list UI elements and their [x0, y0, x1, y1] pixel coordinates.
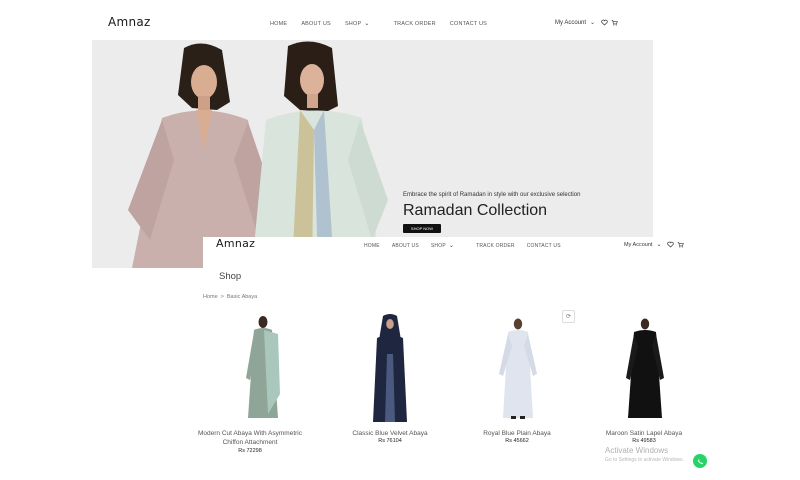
hero-banner[interactable] [92, 40, 653, 268]
heart-icon[interactable] [667, 241, 675, 248]
hero-title: Ramadan Collection [403, 202, 548, 219]
whatsapp-icon[interactable] [693, 454, 707, 468]
product-image[interactable] [493, 316, 543, 422]
my-account-link[interactable]: My Account [555, 20, 586, 26]
main-nav: HOME ABOUT US SHOP ⌄ TRACK ORDER CONTACT … [270, 20, 501, 28]
overlay-nav-track-order[interactable]: TRACK ORDER [476, 243, 515, 249]
site-logo[interactable]: Amnaz [108, 15, 151, 29]
chevron-down-icon[interactable]: ⌄ [590, 19, 595, 26]
chevron-down-icon: ⌄ [364, 21, 370, 27]
account-area: My Account ⌄ [555, 19, 618, 26]
breadcrumb: Home > Basic Abaya [203, 294, 257, 300]
shop-now-button[interactable]: SHOP NOW [403, 224, 441, 233]
product-price: Rs 76104 [378, 438, 402, 444]
breadcrumb-separator: > [220, 294, 224, 300]
overlay-nav-home[interactable]: HOME [364, 243, 380, 249]
overlay-account-area: My Account ⌄ [624, 241, 685, 248]
nav-contact[interactable]: CONTACT US [450, 21, 487, 27]
overlay-nav-shop[interactable]: SHOP ⌄ [430, 242, 468, 250]
product-name-line: Chiffon Attachment [222, 439, 278, 446]
product-price: Rs 45662 [505, 438, 529, 444]
hero-model-green-abaya [252, 41, 388, 268]
overlay-nav-shop-label: SHOP [430, 242, 446, 249]
chevron-down-icon[interactable]: ⌄ [656, 241, 661, 248]
overlay-my-account-link[interactable]: My Account [624, 242, 652, 248]
nav-shop[interactable]: SHOP ⌄ [344, 20, 384, 28]
nav-shop-label: SHOP [344, 20, 362, 27]
cart-icon[interactable] [677, 241, 685, 248]
phone-icon [697, 458, 703, 464]
hero-subtitle: Embrace the spirit of Ramadan in style w… [403, 192, 581, 198]
product-price: Rs 72298 [238, 448, 262, 454]
cart-icon[interactable] [611, 19, 618, 26]
overlay-nav-contact[interactable]: CONTACT US [527, 243, 561, 249]
nav-home[interactable]: HOME [270, 21, 287, 27]
product-price: Rs 49583 [632, 438, 656, 444]
chevron-down-icon: ⌄ [448, 243, 455, 249]
nav-about[interactable]: ABOUT US [301, 21, 331, 27]
product-name-line: Modern Cut Abaya With Asymmetric [197, 430, 303, 437]
product-name[interactable]: Modern Cut Abaya With Asymmetric Chiffon… [195, 429, 305, 447]
overlay-nav-about[interactable]: ABOUT US [392, 243, 419, 249]
product-name[interactable]: Classic Blue Velvet Abaya [335, 429, 445, 438]
product-name[interactable]: Maroon Satin Lapel Abaya [589, 429, 699, 438]
compare-icon[interactable]: ⟳ [562, 310, 575, 323]
breadcrumb-current: Basic Abaya [226, 294, 258, 300]
nav-track-order[interactable]: TRACK ORDER [394, 21, 436, 27]
product-image[interactable] [620, 316, 670, 422]
product-image[interactable] [238, 314, 288, 420]
page-title: Shop [219, 271, 242, 282]
product-name[interactable]: Royal Blue Plain Abaya [462, 429, 572, 438]
breadcrumb-home[interactable]: Home [203, 294, 218, 300]
activate-windows-title: Activate Windows [605, 446, 669, 455]
activate-windows-subtitle: Go to Settings to activate Windows. [605, 457, 684, 463]
product-image[interactable] [365, 314, 415, 424]
overlay-main-nav: HOME ABOUT US SHOP ⌄ TRACK ORDER CONTACT … [364, 242, 575, 250]
overlay-site-logo[interactable]: Amnaz [216, 237, 255, 250]
heart-icon[interactable] [601, 19, 608, 26]
